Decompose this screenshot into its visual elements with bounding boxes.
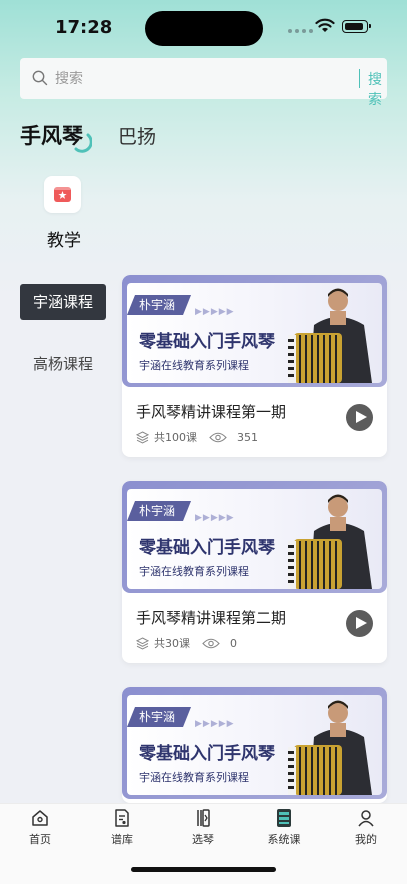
wifi-icon [315,18,335,32]
eye-icon [202,638,220,648]
banner-subtitle: 宇涵在线教育系列课程 [139,771,249,784]
banner-subtitle: 宇涵在线教育系列课程 [139,565,249,578]
lesson-count: 共100课 [154,431,197,444]
view-count: 0 [230,636,237,650]
course-meta: 共30课 0 [136,635,237,651]
teacher-with-accordion-photo [288,700,372,795]
course-banner: 朴宇涵 ▶▶▶▶▶ 零基础入门手风琴 宇涵在线教育系列课程 [122,275,387,387]
nav-system-course[interactable]: 系统课 [254,808,314,847]
course-card[interactable]: 朴宇涵 ▶▶▶▶▶ 零基础入门手风琴 宇涵在线教育系列课程 手风琴 [122,275,387,457]
nav-piano-select[interactable]: 选琴 [173,808,233,847]
nav-profile[interactable]: 我的 [336,808,396,847]
view-count: 351 [237,430,258,444]
play-button[interactable] [346,404,373,431]
dynamic-island [145,11,263,46]
banner-teacher-tag: 朴宇涵 [127,707,191,727]
banner-title: 零基础入门手风琴 [139,332,275,352]
home-icon [32,810,48,826]
banner-arrows-decoration: ▶▶▶▶▶ [195,307,235,317]
status-time: 17:28 [55,17,113,38]
banner-teacher-tag: 朴宇涵 [127,295,191,315]
banner-arrows-decoration: ▶▶▶▶▶ [195,513,235,523]
search-icon [32,70,48,86]
nav-home-label: 首页 [29,833,51,846]
teacher-with-accordion-photo [288,288,372,383]
eye-icon [209,432,227,442]
search-input[interactable] [55,58,345,99]
active-tab-indicator [74,133,92,153]
home-indicator [131,867,276,872]
status-bar: 17:28 [0,0,407,56]
course-card[interactable]: 朴宇涵 ▶▶▶▶▶ 零基础入门手风琴 宇涵在线教育系列课程 [122,687,387,803]
play-button[interactable] [346,610,373,637]
star-badge-icon [54,187,71,202]
lesson-count: 共30课 [154,637,190,650]
teaching-label[interactable]: 教学 [47,226,81,251]
course-banner: 朴宇涵 ▶▶▶▶▶ 零基础入门手风琴 宇涵在线教育系列课程 [122,481,387,593]
search-bar: 搜索 [20,58,387,108]
course-card[interactable]: 朴宇涵 ▶▶▶▶▶ 零基础入门手风琴 宇涵在线教育系列课程 手风琴 [122,481,387,663]
cellular-signal-icon [288,29,313,33]
nav-profile-label: 我的 [355,833,377,846]
teacher-with-accordion-photo [288,494,372,589]
banner-teacher-tag: 朴宇涵 [127,501,191,521]
layers-icon [136,430,149,444]
profile-icon [358,810,374,827]
search-button[interactable]: 搜索 [368,69,387,109]
course-banner: 朴宇涵 ▶▶▶▶▶ 零基础入门手风琴 宇涵在线教育系列课程 [122,687,387,799]
nav-home[interactable]: 首页 [10,808,70,847]
battery-icon [342,20,371,33]
score-library-icon [115,809,129,827]
nav-system-course-label: 系统课 [267,833,301,846]
banner-subtitle: 宇涵在线教育系列课程 [139,359,249,372]
search-divider [359,69,360,88]
layers-icon [136,636,149,650]
system-course-icon [277,809,291,827]
nav-piano-select-label: 选琴 [192,833,214,846]
course-title: 手风琴精讲课程第二期 [136,609,287,627]
banner-arrows-decoration: ▶▶▶▶▶ [195,719,235,729]
nav-score-library[interactable]: 谱库 [92,808,152,847]
side-menu-yuhan-courses[interactable]: 宇涵课程 [20,284,106,320]
piano-select-icon [197,809,210,827]
side-menu-gaoyang-courses[interactable]: 高杨课程 [20,346,106,382]
nav-score-library-label: 谱库 [111,833,133,846]
tab-bayan[interactable]: 巴扬 [118,122,156,149]
teaching-button[interactable] [44,176,81,213]
course-title: 手风琴精讲课程第一期 [136,403,287,421]
banner-title: 零基础入门手风琴 [139,744,275,764]
banner-title: 零基础入门手风琴 [139,538,275,558]
course-meta: 共100课 351 [136,429,258,445]
